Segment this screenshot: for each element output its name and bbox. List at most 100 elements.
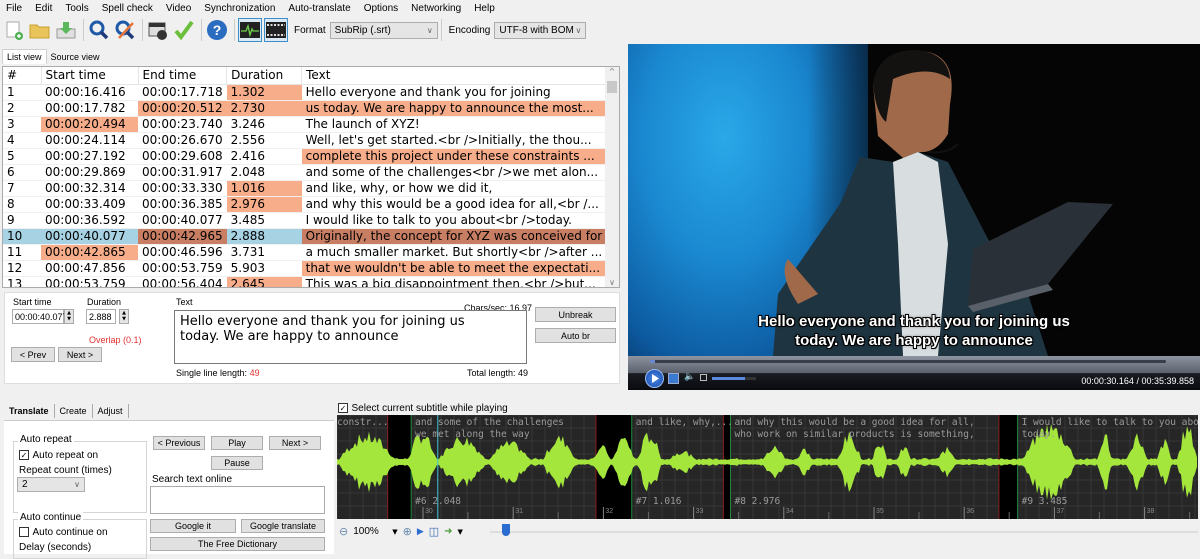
start-time-field[interactable]: 00:00:40.077 ▲ ▼ [12, 309, 74, 324]
table-row[interactable]: 7 00:00:32.314 00:00:33.330 1.016 and like, … [3, 180, 606, 197]
pause-button[interactable]: Pause [211, 456, 263, 470]
scroll-up-icon[interactable]: ^ [605, 67, 619, 76]
new-file-icon[interactable] [2, 18, 26, 42]
zoom-in-icon[interactable]: ⊕ [403, 525, 412, 538]
row-number: 9 [3, 212, 41, 229]
stop-icon[interactable] [668, 373, 679, 384]
move-forward-icon[interactable]: ➜ [444, 526, 452, 537]
play-icon[interactable] [645, 369, 664, 388]
waveform-position-slider[interactable] [490, 531, 1198, 533]
table-row[interactable]: 2 00:00:17.782 00:00:20.512 2.730 us today. … [3, 100, 606, 117]
video-player[interactable]: Hello everyone and thank you for joining… [628, 44, 1200, 356]
checkbox-checked-icon[interactable]: ✓ [19, 450, 29, 460]
tab-create[interactable]: Create [55, 404, 93, 418]
table-row[interactable]: 13 00:00:53.759 00:00:56.404 2.645 This was … [3, 276, 606, 287]
table-row[interactable]: 3 00:00:20.494 00:00:23.740 3.246 The launch… [3, 116, 606, 133]
table-row[interactable]: 5 00:00:27.192 00:00:29.608 2.416 complete t… [3, 148, 606, 165]
menu-options[interactable]: Options [364, 3, 398, 14]
select-current-label: Select current subtitle while playing [351, 403, 508, 414]
duration-input[interactable]: 2.888 [86, 309, 116, 324]
chevron-down-icon[interactable]: ▼ [458, 528, 463, 536]
auto-br-button[interactable]: Auto br [535, 328, 616, 343]
tab-list-view[interactable]: List view [2, 49, 47, 64]
google-it-button[interactable]: Google it [150, 519, 236, 533]
segment-info: #6 2.048 [415, 496, 461, 507]
repeat-count-select[interactable]: 2 ∨ [17, 477, 85, 492]
format-select[interactable]: SubRip (.srt) ∨ [329, 21, 438, 39]
visual-sync-icon[interactable] [146, 18, 170, 42]
split-icon[interactable]: ◫ [429, 525, 439, 538]
table-row[interactable]: 11 00:00:42.865 00:00:46.596 3.731 a much sm… [3, 244, 606, 261]
replace-icon[interactable] [113, 18, 137, 42]
save-icon[interactable] [54, 18, 78, 42]
select-current-checkbox[interactable]: ✓ Select current subtitle while playing [338, 401, 508, 414]
grid-scrollbar[interactable]: ^ ∨ [605, 67, 619, 287]
auto-continue-checkbox[interactable]: Auto continue on [19, 525, 108, 538]
spell-check-icon[interactable] [172, 18, 196, 42]
fullscreen-icon[interactable] [700, 374, 707, 381]
play-button[interactable]: Play [211, 436, 263, 450]
checkbox-checked-icon[interactable]: ✓ [338, 403, 348, 413]
menu-networking[interactable]: Networking [411, 3, 461, 14]
column-header-duration[interactable]: Duration [226, 67, 303, 85]
table-row[interactable]: 9 00:00:36.592 00:00:40.077 3.485 I would li… [3, 212, 606, 229]
column-header-number[interactable]: # [3, 67, 42, 85]
checkbox-unchecked-icon[interactable] [19, 527, 29, 537]
subtitle-grid[interactable]: # Start time End time Duration Text 1 00:… [2, 66, 620, 288]
volume-icon[interactable]: 🔈 [684, 372, 695, 382]
next-button[interactable]: Next > [58, 347, 102, 362]
zoom-out-icon[interactable]: ⊖ [339, 525, 348, 538]
table-row[interactable]: 4 00:00:24.114 00:00:26.670 2.556 Well, let'… [3, 132, 606, 149]
subtitle-text-input[interactable]: Hello everyone and thank you for joining… [174, 310, 527, 364]
tab-source-view[interactable]: Source view [47, 50, 104, 64]
menu-file[interactable]: File [6, 3, 22, 14]
duration-field[interactable]: 2.888 ▲ ▼ [86, 309, 129, 324]
column-header-start-time[interactable]: Start time [41, 67, 139, 85]
table-row[interactable]: 6 00:00:29.869 00:00:31.917 2.048 and some o… [3, 164, 606, 181]
menu-tools[interactable]: Tools [65, 3, 88, 14]
menu-help[interactable]: Help [474, 3, 495, 14]
find-icon[interactable] [87, 18, 111, 42]
encoding-select[interactable]: UTF-8 with BOM ∨ [494, 21, 587, 39]
menu-video[interactable]: Video [166, 3, 191, 14]
google-translate-button[interactable]: Google translate [241, 519, 325, 533]
volume-slider[interactable] [712, 377, 756, 380]
video-seek-bar[interactable] [650, 360, 1166, 363]
audio-waveform[interactable]: 30 31 32 33 34 35 36 37 38 constr... and some of t… [337, 415, 1198, 519]
tab-translate[interactable]: Translate [4, 404, 55, 418]
play-selection-icon[interactable]: ▶ [417, 527, 424, 537]
table-row[interactable]: 1 00:00:16.416 00:00:17.718 1.302 Hello ever… [3, 84, 606, 101]
menu-auto-translate[interactable]: Auto-translate [288, 3, 350, 14]
duration-cell: 3.485 [226, 212, 302, 229]
prev-button[interactable]: < Prev [11, 347, 55, 362]
segment-text-line-1: constr... [337, 417, 389, 428]
start-time-input[interactable]: 00:00:40.077 [12, 309, 68, 324]
start-time-spinner[interactable]: ▲ ▼ [64, 309, 74, 324]
scrollbar-thumb[interactable] [607, 81, 617, 93]
open-folder-icon[interactable] [28, 18, 52, 42]
unbreak-button[interactable]: Unbreak [535, 307, 616, 322]
previous-button[interactable]: < Previous [153, 436, 205, 450]
waveform-toggle-icon[interactable] [238, 18, 262, 42]
menu-spell-check[interactable]: Spell check [102, 3, 153, 14]
help-icon[interactable]: ? [205, 18, 229, 42]
column-header-text[interactable]: Text [301, 67, 607, 85]
table-row[interactable]: 10 00:00:40.077 00:00:42.965 2.888 Originall… [3, 228, 606, 245]
duration-spinner[interactable]: ▲ ▼ [119, 309, 129, 324]
menu-edit[interactable]: Edit [35, 3, 52, 14]
next-subtitle-button[interactable]: Next > [269, 436, 321, 450]
chevron-down-icon[interactable]: ▼ [392, 528, 397, 536]
menu-synchronization[interactable]: Synchronization [204, 3, 275, 14]
video-toggle-icon[interactable] [264, 18, 288, 42]
segment-text-line-2: we met along the way [415, 429, 530, 440]
table-row[interactable]: 12 00:00:47.856 00:00:53.759 5.903 that we w… [3, 260, 606, 277]
table-row[interactable]: 8 00:00:33.409 00:00:36.385 2.976 and why th… [3, 196, 606, 213]
tab-adjust[interactable]: Adjust [93, 404, 129, 418]
free-dictionary-button[interactable]: The Free Dictionary [150, 537, 325, 551]
scroll-down-icon[interactable]: ∨ [605, 278, 619, 287]
column-header-end-time[interactable]: End time [138, 67, 228, 85]
zoom-level-select[interactable]: 100% [353, 526, 387, 537]
waveform-slider-thumb[interactable] [502, 524, 510, 536]
auto-repeat-checkbox[interactable]: ✓ Auto repeat on [19, 448, 98, 461]
search-text-input[interactable] [150, 486, 325, 514]
